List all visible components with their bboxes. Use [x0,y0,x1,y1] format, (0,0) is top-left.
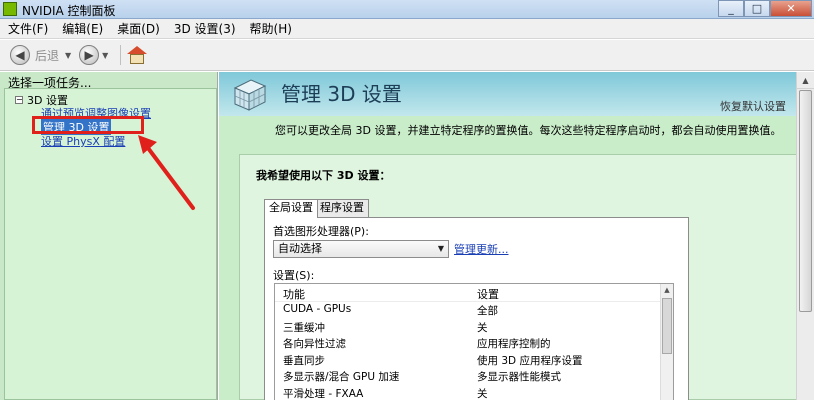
back-arrow-icon[interactable]: ◀ [10,45,30,65]
caption-buttons: _ □ ✕ [718,0,812,18]
toolbar-separator [120,45,122,65]
setting-cell: 全部 [477,305,498,317]
column-feature[interactable]: 功能 [283,286,305,302]
3d-cube-icon [233,79,267,111]
feature-cell: 多显示器/混合 GPU 加速 [283,371,400,383]
annotation-arrow-icon [138,135,195,210]
close-button[interactable]: ✕ [770,0,812,17]
home-roof [127,46,148,54]
feature-cell: 垂直同步 [283,354,325,367]
page-header: 管理 3D 设置 恢复默认设置 [219,72,796,116]
preferred-gpu-label: 首选图形处理器(P): [273,225,369,238]
scroll-up-icon[interactable]: ▲ [661,284,673,296]
list-rows: CUDA - GPUs 全部 三重缓冲 关 各向异性过滤 应用程序控制的 垂直同… [275,302,661,400]
nvidia-logo-icon [3,2,17,16]
list-header: 功能 设置 [275,284,661,302]
settings-label: 设置(S): [273,269,315,282]
tab-program-settings[interactable]: 程序设置 [315,199,369,217]
feature-cell: CUDA - GPUs [283,303,352,315]
feature-cell: 平滑处理 - FXAA [283,387,364,400]
setting-cell: 关 [477,387,488,400]
menu-help[interactable]: 帮助(H) [242,20,298,37]
setting-cell: 使用 3D 应用程序设置 [477,354,583,367]
tree-item-physx[interactable]: 设置 PhysX 配置 [41,133,125,149]
content-pane: 管理 3D 设置 恢复默认设置 您可以更改全局 3D 设置，并建立特定程序的置换… [219,72,796,400]
chevron-down-icon: ▼ [437,244,444,253]
home-icon[interactable] [127,46,148,64]
setting-cell: 多显示器性能模式 [477,371,561,383]
page-description: 您可以更改全局 3D 设置，并建立特定程序的置换值。每次这些特定程序启动时，都会… [275,124,782,137]
scroll-up-icon[interactable]: ▲ [797,72,814,89]
highlight-box [32,116,144,134]
back-history-dropdown-icon[interactable]: ▼ [65,51,71,60]
table-row[interactable]: 多显示器/混合 GPU 加速 多显示器性能模式 [275,368,661,385]
settings-list: 功能 设置 CUDA - GPUs 全部 三重缓冲 关 各向异性过滤 应用程序控… [274,283,674,400]
maximize-button[interactable]: □ [744,0,770,17]
settings-group-title: 我希望使用以下 3D 设置： [256,169,391,182]
window-title: NVIDIA 控制面板 [22,4,116,18]
toolbar: ◀ 后退 ▼ ▶ ▼ [0,40,814,71]
list-scroll-thumb[interactable] [662,298,672,354]
column-setting[interactable]: 设置 [477,286,499,302]
manage-updates-link[interactable]: 管理更新... [454,241,509,257]
feature-cell: 三重缓冲 [283,321,325,334]
settings-group: 我希望使用以下 3D 设置： 全局设置 程序设置 首选图形处理器(P): 自动选… [239,154,796,400]
window-scrollbar[interactable]: ▲ [796,72,814,400]
table-row[interactable]: CUDA - GPUs 全部 [275,302,661,319]
table-row[interactable]: 各向异性过滤 应用程序控制的 [275,335,661,352]
title-bar: NVIDIA 控制面板 _ □ ✕ [0,0,814,19]
preferred-gpu-value: 自动选择 [278,242,322,255]
table-row[interactable]: 三重缓冲 关 [275,319,661,336]
window-scroll-thumb[interactable] [799,90,812,312]
tab-global-settings[interactable]: 全局设置 [264,199,318,218]
restore-defaults-link[interactable]: 恢复默认设置 [720,98,786,114]
table-row[interactable]: 垂直同步 使用 3D 应用程序设置 [275,352,661,369]
global-settings-panel: 首选图形处理器(P): 自动选择 ▼ 管理更新... 设置(S): 功能 设置 … [264,217,689,400]
table-row[interactable]: 平滑处理 - FXAA 关 [275,385,661,400]
menu-desktop[interactable]: 桌面(D) [109,20,166,37]
list-scrollbar[interactable]: ▲ [660,284,673,400]
setting-cell: 应用程序控制的 [477,338,551,350]
collapse-icon[interactable]: − [15,96,23,104]
forward-arrow-icon[interactable]: ▶ [79,45,100,65]
menu-bar: 文件(F) 编辑(E) 桌面(D) 3D 设置(3) 帮助(H) [0,19,814,39]
setting-cell: 关 [477,321,488,334]
feature-cell: 各向异性过滤 [283,338,346,350]
page-title: 管理 3D 设置 [281,82,402,106]
menu-file[interactable]: 文件(F) [0,20,54,37]
menu-edit[interactable]: 编辑(E) [54,20,109,37]
preferred-gpu-select[interactable]: 自动选择 ▼ [273,240,449,258]
back-label[interactable]: 后退 [35,47,59,64]
forward-history-dropdown-icon[interactable]: ▼ [102,51,108,60]
minimize-button[interactable]: _ [718,0,744,17]
home-body [130,54,145,64]
menu-3d-settings[interactable]: 3D 设置(3) [166,20,242,37]
